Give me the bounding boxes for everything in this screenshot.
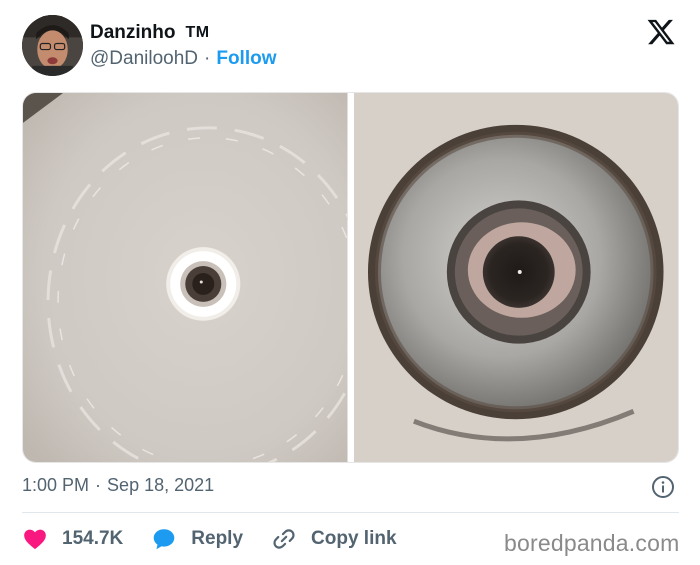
photo-left[interactable] [23, 93, 348, 462]
follow-button[interactable]: Follow [216, 48, 276, 70]
user-handle[interactable]: @DaniloohD [90, 48, 198, 70]
link-icon [273, 529, 295, 549]
tweet-time: 1:00 PM [22, 475, 90, 495]
heart-icon [24, 529, 46, 550]
like-count: 154.7K [62, 528, 124, 549]
tweet-timestamp[interactable]: 1:00 PM · Sep 18, 2021 [22, 475, 214, 496]
avatar-image [22, 15, 83, 76]
reply-label: Reply [191, 528, 244, 549]
display-name[interactable]: Danzinho [90, 22, 176, 44]
timestamp-separator: · [95, 475, 102, 495]
speech-bubble-icon [153, 529, 175, 550]
handle-separator: · [204, 48, 211, 69]
tweet-media[interactable] [22, 92, 679, 463]
like-button[interactable]: 154.7K [22, 526, 123, 552]
handle-row: @DaniloohD · Follow [90, 48, 277, 70]
watermark: boredpanda.com [504, 530, 680, 556]
photo-right[interactable] [353, 93, 678, 462]
tweet-date: Sep 18, 2021 [107, 475, 215, 495]
avatar[interactable] [22, 15, 83, 76]
tweet-actions: 154.7K Reply Copy link [22, 525, 425, 553]
reply-button[interactable]: Reply [151, 526, 243, 552]
divider [22, 512, 679, 513]
info-icon[interactable] [651, 475, 675, 499]
copy-link-label: Copy link [311, 528, 397, 549]
author-name-row: Danzinho TM [90, 22, 210, 44]
copy-link-button[interactable]: Copy link [271, 526, 397, 552]
trademark-badge: TM [185, 24, 210, 41]
x-logo-icon[interactable] [646, 17, 676, 47]
